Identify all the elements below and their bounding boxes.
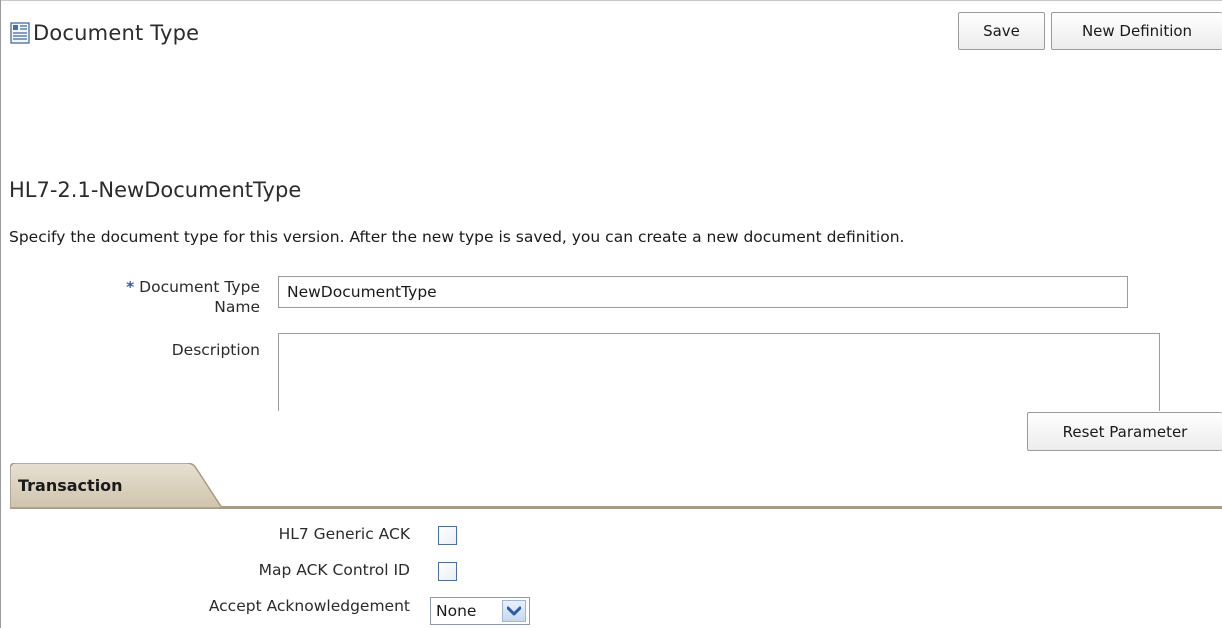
chevron-down-icon[interactable] — [502, 600, 526, 622]
page-title: Document Type — [33, 21, 200, 45]
accept-acknowledgement-label: Accept Acknowledgement — [208, 597, 410, 615]
document-type-name-input[interactable]: NewDocumentType — [278, 276, 1128, 308]
document-type-subtitle: HL7-2.1-NewDocumentType — [9, 178, 302, 202]
hl7-generic-ack-label: HL7 Generic ACK — [278, 525, 410, 543]
description-label: Description — [171, 341, 260, 359]
accept-acknowledgement-select[interactable]: None — [430, 597, 530, 625]
window-left-border — [0, 0, 1, 628]
document-type-name-value: NewDocumentType — [287, 283, 437, 301]
save-button[interactable]: Save — [958, 12, 1045, 50]
hl7-generic-ack-checkbox[interactable] — [438, 526, 457, 545]
required-marker: * — [126, 278, 135, 296]
tab-transaction-label: Transaction — [18, 476, 123, 495]
map-ack-control-id-checkbox[interactable] — [438, 562, 457, 581]
window-top-border — [0, 0, 1222, 1]
document-type-name-label-line2: Name — [214, 298, 260, 316]
document-type-name-label-line1: Document Type — [139, 278, 260, 296]
document-type-name-label: * Document Type Name — [60, 277, 260, 317]
page-header: Document Type — [10, 16, 199, 50]
instructions-text: Specify the document type for this versi… — [9, 228, 905, 246]
new-definition-button[interactable]: New Definition — [1051, 12, 1222, 50]
map-ack-control-id-label: Map ACK Control ID — [258, 561, 410, 579]
document-type-icon — [10, 22, 30, 44]
accept-acknowledgement-value: None — [436, 602, 477, 620]
description-textarea[interactable] — [278, 333, 1160, 411]
reset-parameter-button[interactable]: Reset Parameter — [1027, 412, 1222, 451]
